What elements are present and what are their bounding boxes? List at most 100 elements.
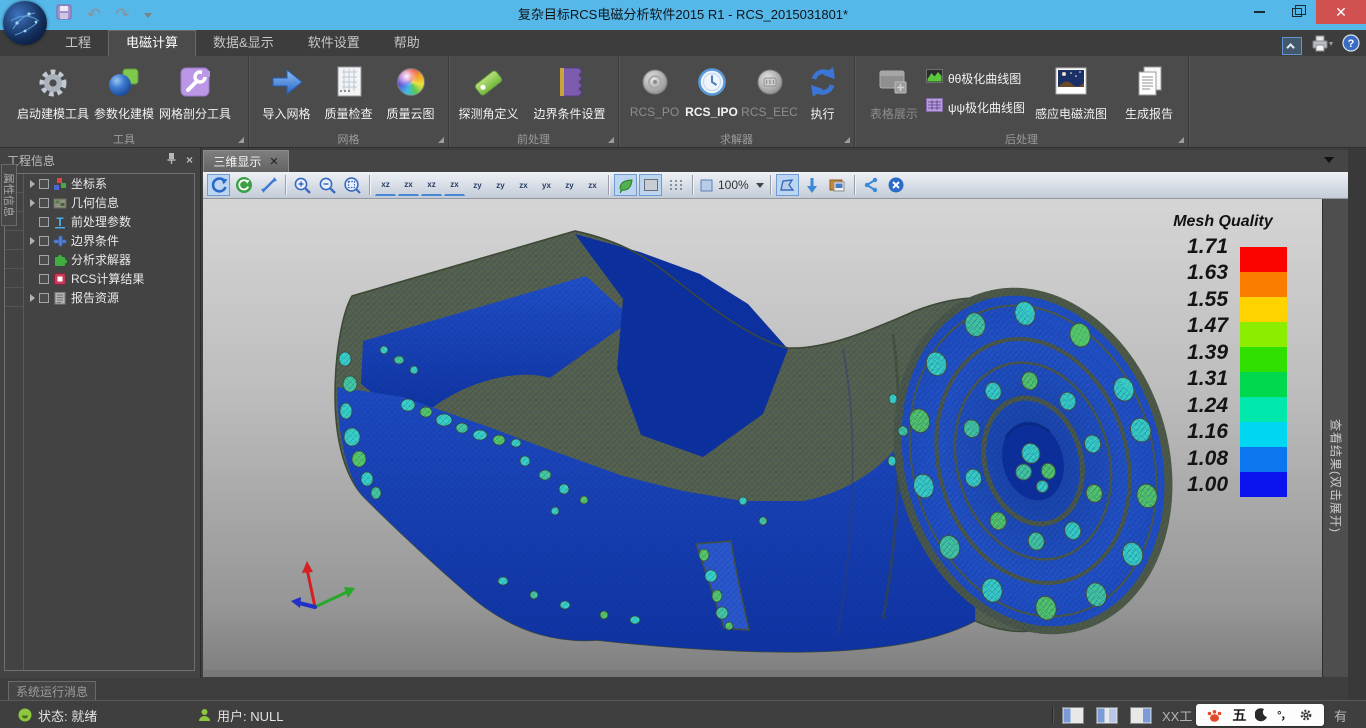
- view-preset-8[interactable]: zy: [559, 174, 580, 196]
- generate-report-button[interactable]: 生成报告: [1117, 60, 1181, 122]
- view-preset-5[interactable]: zy: [490, 174, 511, 196]
- pan-zoom-button[interactable]: [257, 174, 280, 196]
- collapse-ribbon-button[interactable]: [1282, 37, 1302, 55]
- tab-3d-display[interactable]: 三维显示 ✕: [203, 150, 289, 172]
- close-tab-icon[interactable]: ✕: [269, 155, 278, 168]
- view-preset-7[interactable]: yx: [536, 174, 557, 196]
- group-expand-icon[interactable]: [844, 137, 850, 143]
- tree-checkbox[interactable]: [39, 198, 49, 208]
- tree-item-boundary-conditions[interactable]: 边界条件: [24, 231, 194, 250]
- tree-item-geometry-info[interactable]: 几何信息: [24, 193, 194, 212]
- group-expand-icon[interactable]: [238, 137, 244, 143]
- capture-image-button[interactable]: [826, 174, 849, 196]
- ime-settings-gear-icon[interactable]: [1299, 708, 1313, 722]
- group-expand-icon[interactable]: [438, 137, 444, 143]
- tree-item-coordinate-system[interactable]: 坐标系: [24, 174, 194, 193]
- archive-icon: [52, 291, 68, 305]
- quality-contour-button[interactable]: 质量云图: [380, 60, 442, 122]
- zoom-level-widget[interactable]: 100%: [699, 178, 764, 193]
- close-button[interactable]: ✕: [1316, 0, 1366, 24]
- face-select-button[interactable]: [776, 174, 799, 196]
- menu-tab-2[interactable]: 数据&显示: [196, 30, 291, 56]
- boundary-condition-button[interactable]: 边界条件设置: [525, 60, 615, 122]
- close-panel-icon[interactable]: ×: [186, 153, 193, 167]
- view-preset-0[interactable]: xz: [375, 174, 396, 196]
- induced-current-map-button[interactable]: 感应电磁流图: [1025, 60, 1117, 122]
- zoom-out-button[interactable]: [316, 174, 339, 196]
- theta-polar-plot-button[interactable]: θθ极化曲线图: [926, 68, 1025, 88]
- view-preset-3[interactable]: zx: [444, 174, 465, 196]
- down-arrow-button[interactable]: [801, 174, 824, 196]
- ime-mode-label[interactable]: 五: [1232, 705, 1246, 725]
- pin-icon[interactable]: [166, 152, 177, 168]
- zoom-fit-button[interactable]: [341, 174, 364, 196]
- geometry-icon: [52, 196, 68, 210]
- tree-checkbox[interactable]: [39, 217, 49, 227]
- expander-icon[interactable]: [30, 237, 35, 245]
- group-expand-icon[interactable]: [1178, 137, 1184, 143]
- book-icon: [552, 63, 588, 101]
- print-icon[interactable]: [1310, 34, 1334, 57]
- meshing-tool-button[interactable]: 网格剖分工具: [159, 60, 231, 122]
- menu-tab-1[interactable]: 电磁计算: [108, 30, 196, 56]
- probe-angle-button[interactable]: 探测角定义: [453, 60, 525, 122]
- ribbon-group-tools: 启动建模工具 参数化建模 网格剖分工具 工具: [0, 56, 249, 147]
- shaded-mode-button[interactable]: [614, 174, 637, 196]
- 3d-viewport[interactable]: Mesh Quality 1.711.631.551.471.391.311.2…: [203, 199, 1322, 677]
- share-flow-button[interactable]: [860, 174, 883, 196]
- close-view-button[interactable]: [885, 174, 908, 196]
- legend-band: [1240, 247, 1287, 272]
- app-logo[interactable]: [3, 1, 47, 45]
- view-preset-9[interactable]: zx: [582, 174, 603, 196]
- quality-check-button[interactable]: 质量检查: [318, 60, 380, 122]
- view-preset-2[interactable]: xz: [421, 174, 442, 196]
- tree-checkbox[interactable]: [39, 274, 49, 284]
- launch-modeler-button[interactable]: 启动建模工具: [17, 60, 89, 122]
- rcs-ipo-button[interactable]: RCS_IPO: [683, 60, 741, 119]
- zoom-dropdown-icon[interactable]: [756, 183, 764, 188]
- psi-polar-plot-button[interactable]: ψψ极化曲线图: [926, 97, 1025, 117]
- ribbon-group-label: 网格: [249, 131, 448, 146]
- expander-icon[interactable]: [30, 180, 35, 188]
- parametric-modeling-button[interactable]: 参数化建模: [89, 60, 159, 122]
- tree-checkbox[interactable]: [39, 293, 49, 303]
- tree-item-rcs-results[interactable]: RCS计算结果: [24, 269, 194, 288]
- menu-tab-3[interactable]: 软件设置: [291, 30, 377, 56]
- clock-icon: [697, 63, 727, 101]
- refresh-view-button[interactable]: [232, 174, 255, 196]
- ime-toolbar[interactable]: 五 °，: [1196, 704, 1324, 726]
- view-preset-6[interactable]: zx: [513, 174, 534, 196]
- import-mesh-button[interactable]: 导入网格: [256, 60, 318, 122]
- expander-icon[interactable]: [30, 294, 35, 302]
- tab-list-dropdown-icon[interactable]: [1324, 157, 1334, 163]
- layout-left-button[interactable]: [1062, 707, 1084, 724]
- group-expand-icon[interactable]: [608, 137, 614, 143]
- layout-split-button[interactable]: [1096, 707, 1118, 724]
- tree-item-solver[interactable]: 分析求解器: [24, 250, 194, 269]
- legend-band: [1240, 422, 1287, 447]
- results-expander-strip[interactable]: 查看结果(双击展开): [1322, 199, 1348, 677]
- tree-checkbox[interactable]: [39, 179, 49, 189]
- help-icon[interactable]: ?: [1342, 34, 1360, 57]
- tree-item-preprocess-params[interactable]: T 前处理参数: [24, 212, 194, 231]
- legend-band: [1240, 272, 1287, 297]
- view-preset-4[interactable]: zy: [467, 174, 488, 196]
- property-panel-tab[interactable]: 属性信息: [1, 164, 17, 226]
- system-messages-tab[interactable]: 系统运行消息: [8, 681, 96, 700]
- project-panel: 工程信息 ×: [0, 148, 201, 678]
- rotate-view-button[interactable]: [207, 174, 230, 196]
- restore-button[interactable]: [1278, 0, 1316, 24]
- tree-checkbox[interactable]: [39, 255, 49, 265]
- execute-button[interactable]: 执行: [799, 60, 847, 122]
- menu-tab-4[interactable]: 帮助: [377, 30, 437, 56]
- zoom-in-button[interactable]: [291, 174, 314, 196]
- expander-icon[interactable]: [30, 199, 35, 207]
- points-mode-button[interactable]: [664, 174, 687, 196]
- layout-right-button[interactable]: [1130, 707, 1152, 724]
- wireframe-mode-button[interactable]: [639, 174, 662, 196]
- tree-item-report-resources[interactable]: 报告资源: [24, 288, 194, 307]
- tree-checkbox[interactable]: [39, 236, 49, 246]
- view-preset-1[interactable]: zx: [398, 174, 419, 196]
- minimize-button[interactable]: [1240, 0, 1278, 24]
- menu-tab-0[interactable]: 工程: [48, 30, 108, 56]
